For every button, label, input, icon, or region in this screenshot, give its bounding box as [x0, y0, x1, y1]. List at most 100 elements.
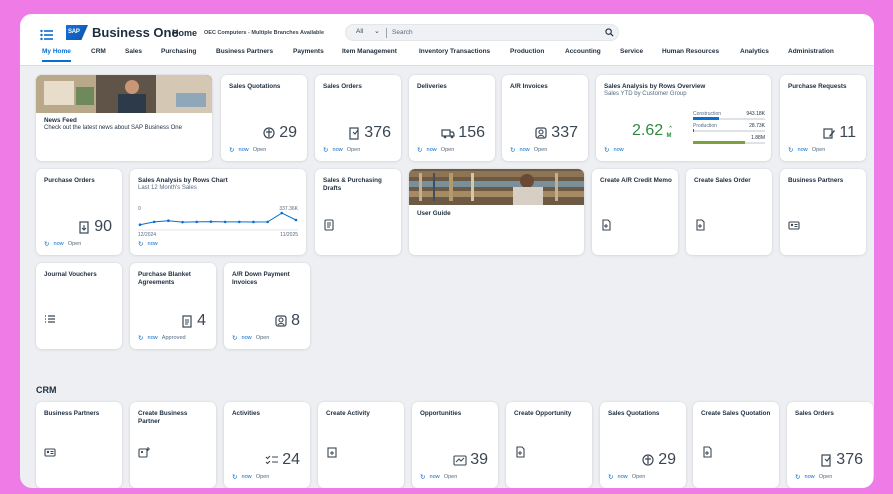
refresh-icon[interactable]: ↻	[608, 473, 613, 481]
tile-crm-business-partners[interactable]: Business Partners	[36, 402, 122, 488]
menu-icon[interactable]	[40, 29, 53, 41]
sap-logo[interactable]: SAP	[66, 25, 88, 40]
kpi: 376	[819, 451, 863, 469]
tab-item-management[interactable]: Item Management	[342, 48, 397, 60]
tile-title: Purchase Orders	[44, 177, 95, 184]
tile-create-opportunity[interactable]: Create Opportunity	[506, 402, 592, 488]
refresh-icon[interactable]: ↻	[44, 240, 49, 248]
tab-my-home[interactable]: My Home	[42, 48, 71, 62]
search-scope[interactable]: All	[356, 28, 363, 35]
tab-accounting[interactable]: Accounting	[565, 48, 601, 60]
tab-crm[interactable]: CRM	[91, 48, 106, 60]
tab-human-resources[interactable]: Human Resources	[662, 48, 719, 60]
tile-activities[interactable]: Activities 24 ↻ now Open	[224, 402, 310, 488]
kpi-value: 24	[282, 451, 300, 468]
tile-user-guide[interactable]: User Guide	[409, 169, 584, 255]
tile-sales-quotations[interactable]: Sales Quotations 29 ↻ now Open	[221, 75, 307, 161]
tile-sales-orders[interactable]: Sales Orders 376 ↻ now Open	[315, 75, 401, 161]
chart-point[interactable]	[294, 218, 298, 222]
tile-title: Create Business Partner	[138, 410, 188, 425]
tab-analytics[interactable]: Analytics	[740, 48, 769, 60]
list-icon	[45, 315, 55, 323]
tile-purchase-requests[interactable]: Purchase Requests 11 ↻ now Open	[780, 75, 866, 161]
home-content: News Feed Check out the latest news abou…	[20, 67, 874, 488]
refresh-icon[interactable]: ↻	[417, 146, 422, 154]
refresh-time: now	[519, 147, 530, 153]
tile-sales-analysis-chart[interactable]: Sales Analysis by Rows Chart Last 12 Mon…	[130, 169, 306, 255]
chart-point[interactable]	[266, 220, 269, 224]
refresh-icon[interactable]: ↻	[232, 473, 237, 481]
tile-sales-purchasing-drafts[interactable]: Sales & Purchasing Drafts	[315, 169, 401, 255]
refresh-icon[interactable]: ↻	[138, 240, 143, 248]
tile-create-activity[interactable]: Create Activity	[318, 402, 404, 488]
refresh-icon[interactable]: ↻	[323, 146, 328, 154]
kpi: 156	[441, 124, 485, 142]
search-input[interactable]	[392, 26, 592, 39]
app-window: SAP Business One Home OEC Computers - Mu…	[20, 14, 874, 488]
refresh-icon[interactable]: ↻	[138, 334, 143, 342]
tab-purchasing[interactable]: Purchasing	[161, 48, 196, 60]
refresh-icon[interactable]: ↻	[788, 146, 793, 154]
tile-crm-sales-orders[interactable]: Sales Orders 376 ↻ now Open	[787, 402, 873, 488]
chart-point[interactable]	[252, 220, 255, 224]
chart-point[interactable]	[209, 220, 213, 223]
chart-point[interactable]	[181, 220, 184, 224]
tile-create-ar-credit-memo[interactable]: Create A/R Credit Memo	[592, 169, 678, 255]
tile-crm-sales-quotations[interactable]: Sales Quotations 29 ↻ now Open	[600, 402, 686, 488]
tile-create-business-partner[interactable]: Create Business Partner	[130, 402, 216, 488]
tile-footer: ↻ now Open	[229, 146, 266, 154]
chevron-down-icon[interactable]: ⌄	[374, 27, 380, 35]
tile-create-sales-quotation[interactable]: Create Sales Quotation	[693, 402, 779, 488]
chart-point[interactable]	[237, 220, 241, 224]
tab-payments[interactable]: Payments	[293, 48, 324, 60]
company-name[interactable]: OEC Computers - Multiple Branches Availa…	[204, 30, 324, 36]
home-link[interactable]: Home	[172, 28, 197, 38]
refresh-icon[interactable]: ↻	[420, 473, 425, 481]
tile-footer: ↻ now Open	[795, 473, 832, 481]
tile-title: Sales Orders	[795, 410, 834, 417]
sales-line-chart	[138, 211, 298, 231]
tile-create-sales-order[interactable]: Create Sales Order	[686, 169, 772, 255]
tile-journal-vouchers[interactable]: Journal Vouchers	[36, 263, 122, 349]
tab-inventory-transactions[interactable]: Inventory Transactions	[419, 48, 490, 60]
refresh-icon[interactable]: ↻	[229, 146, 234, 154]
tile-news-feed[interactable]: News Feed Check out the latest news abou…	[36, 75, 212, 161]
search-icon[interactable]	[605, 28, 614, 37]
tile-title: Create Sales Quotation	[701, 410, 771, 417]
tile-purchase-orders[interactable]: Purchase Orders 90 ↻ now Open	[36, 169, 122, 255]
kpi: 4	[180, 312, 206, 330]
search-divider	[386, 28, 387, 38]
chart-point[interactable]	[167, 219, 170, 223]
tile-ar-down-payment-invoices[interactable]: A/R Down Payment Invoices 8 ↻ now Open	[224, 263, 310, 349]
tab-administration[interactable]: Administration	[788, 48, 834, 60]
clipboard-icon	[79, 221, 89, 234]
tile-deliveries[interactable]: Deliveries 156 ↻ now Open	[409, 75, 495, 161]
chart-point[interactable]	[280, 211, 284, 215]
request-edit-icon	[823, 128, 836, 139]
refresh-icon[interactable]: ↻	[232, 334, 237, 342]
tab-sales[interactable]: Sales	[125, 48, 142, 60]
tile-business-partners[interactable]: Business Partners	[780, 169, 866, 255]
tile-sales-analysis-overview[interactable]: Sales Analysis by Rows Overview Sales YT…	[596, 75, 771, 161]
tile-title: Purchase Requests	[788, 83, 847, 90]
chart-point[interactable]	[195, 220, 199, 224]
refresh-icon[interactable]: ↻	[795, 473, 800, 481]
tab-service[interactable]: Service	[620, 48, 643, 60]
chart-point[interactable]	[138, 223, 142, 227]
refresh-icon[interactable]: ↻	[604, 146, 609, 154]
tile-footer: ↻ now Open	[232, 334, 269, 342]
tile-title: Opportunities	[420, 410, 462, 417]
tile-opportunities[interactable]: Opportunities 39 ↻ now Open	[412, 402, 498, 488]
tile-title: Sales Quotations	[608, 410, 660, 417]
chart-point[interactable]	[152, 220, 156, 224]
create-document-icon	[602, 219, 611, 231]
tab-business-partners[interactable]: Business Partners	[216, 48, 273, 60]
tile-purchase-blanket-agreements[interactable]: Purchase Blanket Agreements 4 ↻ now Approv…	[130, 263, 216, 349]
chart-point[interactable]	[223, 220, 227, 224]
tab-production[interactable]: Production	[510, 48, 544, 60]
tile-ar-invoices[interactable]: A/R Invoices 337 ↻ now Open	[502, 75, 588, 161]
opportunity-icon	[453, 455, 467, 466]
tile-title: Sales Orders	[323, 83, 362, 90]
refresh-icon[interactable]: ↻	[510, 146, 515, 154]
add-contact-icon	[138, 447, 150, 458]
